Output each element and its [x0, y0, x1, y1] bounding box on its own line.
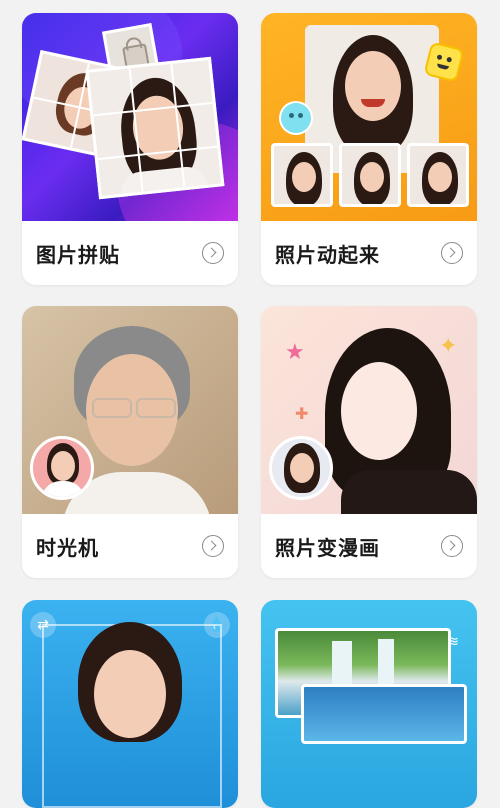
bubble-emoji-icon: [281, 103, 311, 133]
feature-card-collage[interactable]: 图片拼贴: [22, 13, 238, 285]
chevron-right-icon[interactable]: [441, 535, 463, 557]
card-label: 图片拼贴: [36, 242, 120, 267]
comic-thumbnail: ★ ✦ ✚: [261, 306, 477, 514]
card-footer: 照片动起来: [261, 221, 477, 285]
portrait-thumbnail: ⇄ 💧: [22, 600, 238, 808]
card-footer: 照片变漫画: [261, 514, 477, 578]
animate-thumbnail: [261, 13, 477, 221]
feature-card-time-machine[interactable]: 时光机: [22, 306, 238, 578]
card-label: 时光机: [36, 535, 99, 560]
expression-frame-2: [339, 143, 401, 207]
feature-card-landscape[interactable]: ≋: [261, 600, 477, 808]
landscape-thumbnail: ≋: [261, 600, 477, 808]
expression-frame-3: [407, 143, 469, 207]
card-label: 照片变漫画: [275, 535, 380, 560]
card-footer: 时光机: [22, 514, 238, 578]
chevron-right-icon[interactable]: [202, 535, 224, 557]
time-machine-thumbnail: [22, 306, 238, 514]
chevron-right-icon[interactable]: [202, 242, 224, 264]
card-label: 照片动起来: [275, 242, 380, 267]
collage-thumbnail: [22, 13, 238, 221]
young-woman-avatar: [30, 436, 94, 500]
card-footer: 图片拼贴: [22, 221, 238, 285]
expression-frame-1: [271, 143, 333, 207]
feature-card-animate[interactable]: 照片动起来: [261, 13, 477, 285]
feature-card-portrait[interactable]: ⇄ 💧: [22, 600, 238, 808]
sea-photo: [301, 684, 467, 744]
chevron-right-icon[interactable]: [441, 242, 463, 264]
woman-grid-photo: [85, 56, 225, 200]
real-woman-avatar: [269, 436, 333, 500]
feature-card-comic[interactable]: ★ ✦ ✚ 照片变漫画: [261, 306, 477, 578]
